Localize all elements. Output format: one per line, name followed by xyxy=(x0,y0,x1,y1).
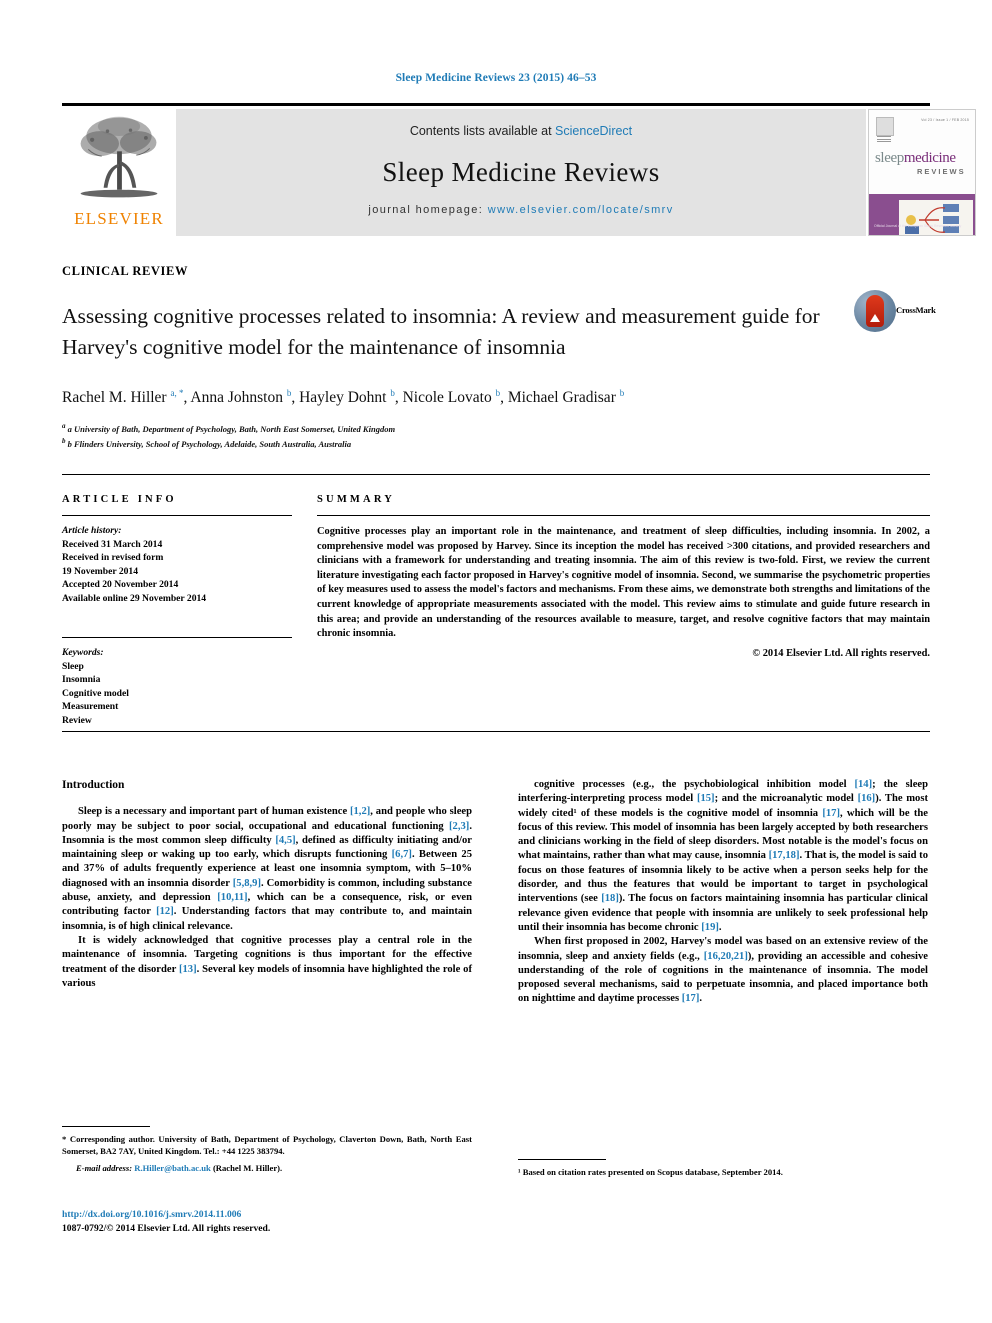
citation-link[interactable]: [16] xyxy=(858,793,876,804)
summary-rule xyxy=(317,515,930,516)
article-history-label: Article history: xyxy=(62,525,122,536)
issn-copyright-line: 1087-0792/© 2014 Elsevier Ltd. All right… xyxy=(62,1222,271,1234)
citation-link[interactable]: [19] xyxy=(701,922,719,933)
keyword-item: Measurement xyxy=(62,701,119,712)
summary-column: SUMMARY Cognitive processes play an impo… xyxy=(317,475,930,659)
citation-link[interactable]: [16,20,21] xyxy=(704,951,748,962)
footnote-rule xyxy=(62,1126,150,1127)
article-info-summary-block: ARTICLE INFO Article history: Received 3… xyxy=(62,474,930,732)
citation-link[interactable]: [1,2] xyxy=(350,806,370,817)
cover-logo-badge xyxy=(876,117,894,136)
footnote-right: ¹ Based on citation rates presented on S… xyxy=(518,1159,928,1178)
keywords-label: Keywords: xyxy=(62,647,104,658)
cover-issue-text: Vol 23 / Issue 1 / FEB 2015 xyxy=(921,118,969,122)
summary-copyright: © 2014 Elsevier Ltd. All rights reserved… xyxy=(752,647,930,659)
citation-link[interactable]: [17,18] xyxy=(769,850,800,861)
body-paragraph: When first proposed in 2002, Harvey's mo… xyxy=(518,936,928,1005)
email-link[interactable]: R.Hiller@bath.ac.uk xyxy=(134,1163,211,1173)
footnote-rule xyxy=(518,1159,606,1160)
contents-available-line: Contents lists available at ScienceDirec… xyxy=(176,124,866,138)
affiliation-list: a a University of Bath, Department of Ps… xyxy=(62,420,762,451)
keyword-item: Sleep xyxy=(62,660,84,672)
citation-link[interactable]: [6,7] xyxy=(392,849,412,860)
article-info-column: ARTICLE INFO Article history: Received 3… xyxy=(62,475,292,727)
citation-link[interactable]: [14] xyxy=(854,779,872,790)
cover-subtitle: REVIEWS xyxy=(917,167,966,176)
crossmark-badge[interactable]: CrossMark xyxy=(854,290,936,336)
body-paragraph: Sleep is a necessary and important part … xyxy=(62,806,473,932)
citation-link[interactable]: [18] xyxy=(601,893,619,904)
elsevier-tree-icon xyxy=(80,116,158,198)
affiliation-a-text: a University of Bath, Department of Psyc… xyxy=(67,423,396,434)
cover-name-part2: medicine xyxy=(903,150,956,166)
body-paragraph: cognitive processes (e.g., the psychobio… xyxy=(518,779,928,933)
author-list: Rachel M. Hiller a, *, Anna Johnston b, … xyxy=(62,388,625,407)
running-head: Sleep Medicine Reviews 23 (2015) 46–53 xyxy=(395,72,597,84)
cover-top-area: Vol 23 / Issue 1 / FEB 2015 sleepmedicin… xyxy=(869,110,975,194)
crossmark-bar-icon xyxy=(866,295,884,327)
cover-name-part1: sleep xyxy=(875,150,904,166)
cover-logo-text-lines xyxy=(877,136,891,143)
contents-prefix: Contents lists available at xyxy=(409,124,556,138)
scopus-note: ¹ Based on citation rates presented on S… xyxy=(518,1167,783,1177)
paper-page: Sleep Medicine Reviews 23 (2015) 46–53 E… xyxy=(0,0,992,1323)
cover-diagram-icon xyxy=(905,204,959,234)
keyword-item: Cognitive model xyxy=(62,687,129,699)
citation-link[interactable]: [5,8,9] xyxy=(233,878,261,889)
citation-link[interactable]: [2,3] xyxy=(449,821,469,832)
summary-text: Cognitive processes play an important ro… xyxy=(317,526,930,640)
crossmark-label: CrossMark xyxy=(896,305,936,315)
affiliation-a: a a University of Bath, Department of Ps… xyxy=(62,422,396,434)
cover-bottom-area: Official Journal of the European Sleep R… xyxy=(869,194,975,235)
journal-masthead: ELSEVIER Contents lists available at Sci… xyxy=(62,103,976,236)
cover-fineprint: Official Journal of the European Sleep R… xyxy=(874,223,962,228)
corresponding-author-note: * Corresponding author. University of Ba… xyxy=(62,1134,472,1156)
body-right-column: cognitive processes (e.g., the psychobio… xyxy=(518,778,928,1007)
citation-link[interactable]: [17] xyxy=(682,993,700,1004)
sciencedirect-link[interactable]: ScienceDirect xyxy=(555,124,632,138)
affiliation-b-text: b Flinders University, School of Psychol… xyxy=(67,439,352,450)
email-suffix: (Rachel M. Hiller). xyxy=(212,1163,283,1173)
journal-homepage-line: journal homepage: www.elsevier.com/locat… xyxy=(176,204,866,216)
citation-link[interactable]: [12] xyxy=(156,906,174,917)
article-info-rule xyxy=(62,515,292,516)
affiliation-b: b b Flinders University, School of Psych… xyxy=(62,437,352,450)
citation-link[interactable]: [13] xyxy=(179,964,197,975)
keyword-item: Review xyxy=(62,714,92,726)
keyword-item: Insomnia xyxy=(62,674,101,685)
citation-link[interactable]: [4,5] xyxy=(275,835,295,846)
article-type-label: CLINICAL REVIEW xyxy=(62,264,189,278)
page-title: Assessing cognitive processes related to… xyxy=(62,304,820,360)
history-item: Accepted 20 November 2014 xyxy=(62,579,179,590)
email-note: E-mail address: R.Hiller@bath.ac.uk (Rac… xyxy=(62,1162,472,1174)
citation-link[interactable]: [15] xyxy=(697,793,715,804)
history-item: Received in revised form xyxy=(62,552,164,563)
body-paragraph: It is widely acknowledged that cognitive… xyxy=(62,934,472,989)
citation-link[interactable]: [10,11] xyxy=(217,892,247,903)
cover-journal-name: sleepmedicine xyxy=(875,150,973,167)
citation-link[interactable]: [17] xyxy=(822,808,840,819)
cover-artwork xyxy=(899,200,973,235)
document-footer: http://dx.doi.org/10.1016/j.smrv.2014.11… xyxy=(62,1208,492,1235)
history-item: Received 31 March 2014 xyxy=(62,538,163,550)
article-history: Article history: Received 31 March 2014 … xyxy=(62,524,292,605)
keywords-rule xyxy=(62,637,292,638)
crossmark-arrow-icon xyxy=(870,314,880,322)
homepage-prefix: journal homepage: xyxy=(368,204,488,216)
article-info-heading: ARTICLE INFO xyxy=(62,494,177,505)
doi-link[interactable]: http://dx.doi.org/10.1016/j.smrv.2014.11… xyxy=(62,1208,492,1222)
elsevier-logo: ELSEVIER xyxy=(62,109,176,236)
journal-title: Sleep Medicine Reviews xyxy=(382,157,660,187)
history-item: 19 November 2014 xyxy=(62,565,139,577)
body-left-column: Introduction Sleep is a necessary and im… xyxy=(62,778,472,991)
keywords-block: Keywords: Sleep Insomnia Cognitive model… xyxy=(62,646,292,727)
history-item: Available online 29 November 2014 xyxy=(62,592,207,604)
footnote-left: * Corresponding author. University of Ba… xyxy=(62,1126,472,1174)
section-heading-introduction: Introduction xyxy=(62,779,125,791)
journal-cover-thumbnail[interactable]: Vol 23 / Issue 1 / FEB 2015 sleepmedicin… xyxy=(868,109,976,236)
email-label: E-mail address: xyxy=(76,1163,133,1173)
summary-heading: SUMMARY xyxy=(317,494,396,505)
journal-homepage-link[interactable]: www.elsevier.com/locate/smrv xyxy=(488,204,674,216)
publisher-name: ELSEVIER xyxy=(74,209,164,228)
